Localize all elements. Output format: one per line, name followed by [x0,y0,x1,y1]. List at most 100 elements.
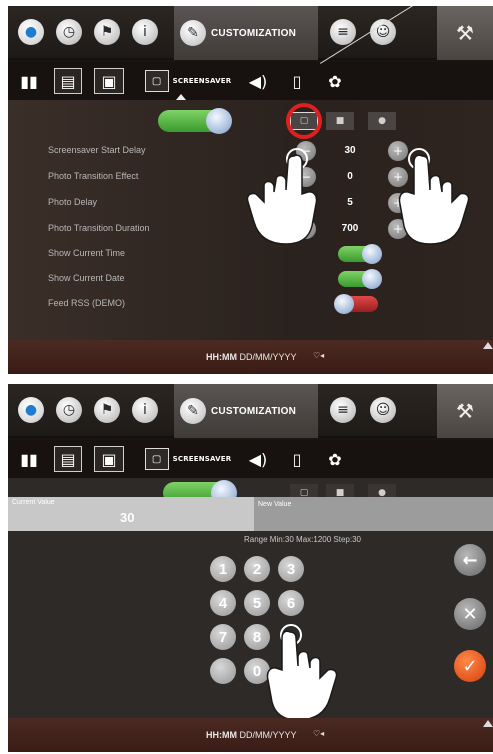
expand-arrow-icon[interactable] [483,342,493,349]
clock-display: HH:MM DD/MM/YYYY [206,730,297,740]
time-format: HH:MM [206,352,237,362]
key-7[interactable]: 7 [210,624,236,650]
top-navigation-bar: ● ◷ ⚑ i ✎ CUSTOMIZATION ≡ ☺ ⚒ [8,6,493,60]
flag-icon[interactable]: ⚑ [94,397,120,423]
tab-screensaver[interactable]: ▢ SCREENSAVER [136,446,240,472]
list-icon[interactable]: ≡ [330,397,356,423]
current-value: 30 [120,510,135,525]
confirm-button[interactable]: ✓ [454,650,486,682]
tab-customization[interactable]: ✎ CUSTOMIZATION [174,384,318,438]
clock-icon[interactable]: ◷ [56,19,82,45]
clear-button[interactable]: ✕ [454,598,486,630]
wrench-icon[interactable]: ⚒ [437,384,493,438]
setting-label: Screensaver Start Delay [48,145,146,155]
setting-value: 30 [344,145,356,156]
screensaver-icon: ▢ [144,448,169,470]
book-icon[interactable]: ▮▮ [16,68,42,94]
book-icon[interactable]: ▮▮ [16,446,42,472]
book-open-icon[interactable]: ▤ [54,68,82,94]
screensaver-video-tab[interactable]: ■ [326,112,354,130]
photo-icon[interactable]: ▣ [94,446,124,472]
info-icon[interactable]: i [132,397,158,423]
date-format: DD/MM/YYYY [239,352,297,362]
toggle-knob [206,108,232,134]
expand-arrow-icon[interactable] [483,720,493,727]
customization-subtabs: ▮▮ ▤ ▣ ▢ SCREENSAVER ◀) ▯ ✿ [8,62,493,100]
tab-screensaver-label: SCREENSAVER [172,77,232,85]
wrench-icon[interactable]: ⚒ [437,6,493,60]
clock-display: HH:MM DD/MM/YYYY [206,352,297,362]
keypad-entry-screen: ● ◷ ⚑ i ✎ CUSTOMIZATION ≡ ☺ ⚒ ▮▮ ▤ ▣ ▢ S… [8,384,493,752]
key-5[interactable]: 5 [244,590,270,616]
top-navigation-bar: ● ◷ ⚑ i ✎ CUSTOMIZATION ≡ ☺ ⚒ [8,384,493,438]
status-bar: HH:MM DD/MM/YYYY ♡◂ [8,340,493,374]
setting-label: Show Current Time [48,248,126,258]
toggle-knob [362,269,382,289]
key-1[interactable]: 1 [210,556,236,582]
setting-value: 700 [341,223,359,234]
value-entry-bar: Current Value 30 New Value [8,497,493,531]
palette-icon[interactable]: ✿ [320,68,350,94]
clock-icon[interactable]: ◷ [56,397,82,423]
key-2[interactable]: 2 [244,556,270,582]
setting-label: Photo Transition Effect [48,171,139,181]
key-blank[interactable] [210,658,236,684]
info-icon[interactable]: i [132,19,158,45]
usb-icon[interactable]: ▯ [290,446,304,472]
show-time-toggle[interactable] [338,244,382,264]
hand-pointer-icon [398,154,470,245]
setting-label: Photo Transition Duration [48,223,150,233]
hand-pointer-icon [246,154,318,245]
tab-customization-label: CUSTOMIZATION [211,405,297,417]
key-3[interactable]: 3 [278,556,304,582]
tab-customization-label: CUSTOMIZATION [211,27,297,39]
pencil-icon: ✎ [180,20,206,46]
tab-customization[interactable]: ✎ CUSTOMIZATION [174,6,318,60]
date-format: DD/MM/YYYY [239,730,297,740]
tab-screensaver-label: SCREENSAVER [172,455,232,463]
setting-label: Show Current Date [48,273,125,283]
current-value-box: Current Value 30 [8,497,254,531]
key-6[interactable]: 6 [278,590,304,616]
setting-row-show-time: Show Current Time [48,244,488,264]
palette-icon[interactable]: ✿ [320,446,350,472]
screensaver-slideshow-tab[interactable]: ● [368,112,396,130]
screensaver-icon: ▢ [144,70,169,92]
setting-value: 5 [347,197,353,208]
hand-pointer-icon [266,630,338,721]
time-format: HH:MM [206,730,237,740]
feed-rss-toggle[interactable] [334,294,378,314]
toggle-knob [362,244,382,264]
current-value-label: Current Value [12,499,55,506]
status-icons: ♡◂ [313,351,325,360]
status-bar: HH:MM DD/MM/YYYY ♡◂ [8,718,493,752]
speaker-icon[interactable]: ◀) [244,68,272,94]
highlight-circle [286,103,322,139]
setting-value: 0 [347,171,353,182]
screensaver-settings-screen: ● ◷ ⚑ i ✎ CUSTOMIZATION ≡ ☺ ⚒ ▮▮ ▤ ▣ ▢ S… [8,6,493,374]
book-open-icon[interactable]: ▤ [54,446,82,472]
new-value-label: New Value [258,501,292,508]
setting-label: Photo Delay [48,197,98,207]
range-hint: Range Min:30 Max:1200 Step:30 [244,535,361,544]
chef-icon[interactable]: ☺ [370,397,396,423]
speaker-icon[interactable]: ◀) [244,446,272,472]
flag-icon[interactable]: ⚑ [94,19,120,45]
toggle-knob [334,294,354,314]
water-drop-icon[interactable]: ● [18,19,44,45]
screensaver-enable-toggle[interactable] [158,108,232,134]
backspace-button[interactable]: ← [454,544,486,576]
show-date-toggle[interactable] [338,269,382,289]
tab-screensaver[interactable]: ▢ SCREENSAVER [136,68,240,94]
customization-subtabs: ▮▮ ▤ ▣ ▢ SCREENSAVER ◀) ▯ ✿ [8,440,493,478]
list-icon[interactable]: ≡ [330,19,356,45]
pencil-icon: ✎ [180,398,206,424]
setting-row-show-date: Show Current Date [48,269,488,289]
water-drop-icon[interactable]: ● [18,397,44,423]
photo-icon[interactable]: ▣ [94,68,124,94]
key-4[interactable]: 4 [210,590,236,616]
setting-label: Feed RSS (DEMO) [48,298,126,308]
setting-row-feed-rss: Feed RSS (DEMO) [48,294,488,314]
usb-icon[interactable]: ▯ [290,68,304,94]
status-icons: ♡◂ [313,729,325,738]
